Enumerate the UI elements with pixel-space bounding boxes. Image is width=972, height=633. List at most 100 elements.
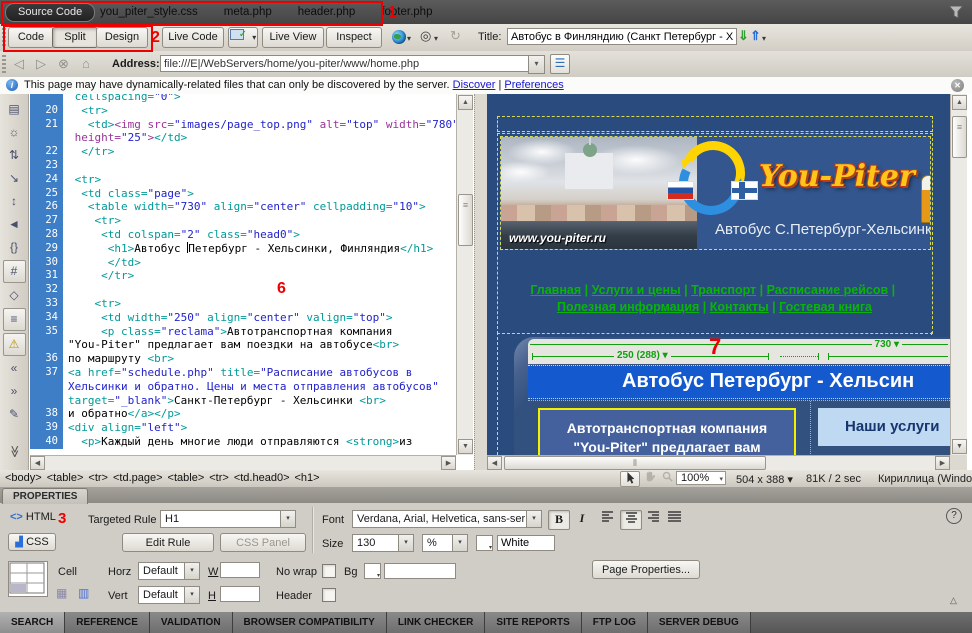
column-width-250[interactable]: 250 (288) ▾ — [614, 350, 671, 361]
tag-path-item[interactable]: <tr> — [209, 472, 229, 484]
code-line[interactable]: 35 <p class="reclama">Автотранспортная к… — [30, 325, 456, 339]
select-parent-tag-icon[interactable]: ◄ — [4, 214, 25, 235]
browser-list-icon[interactable]: ☰ — [550, 54, 570, 74]
tag-path-item[interactable]: <table> — [168, 472, 205, 484]
scroll-up-icon[interactable]: ▲ — [458, 95, 473, 110]
line-numbers-icon[interactable]: # — [3, 260, 26, 283]
code-editor[interactable]: cellspacing="0">20 <tr>21 <td><img src="… — [30, 94, 456, 455]
address-input[interactable] — [160, 55, 534, 72]
code-line[interactable]: 29 <h1>Автобус Петербург - Хельсинки, Фи… — [30, 242, 456, 256]
page-properties-button[interactable]: Page Properties... — [592, 560, 700, 579]
tag-path-item[interactable]: <td.head0> — [234, 472, 290, 484]
text-color-swatch[interactable] — [476, 535, 493, 551]
design-scroll-thumb[interactable] — [952, 116, 967, 158]
size-select[interactable]: 130▾ — [352, 534, 414, 552]
table-width-bar[interactable]: 730 ▾ 250 (288) ▾ — [528, 339, 950, 364]
inspect-button[interactable]: Inspect — [326, 27, 382, 48]
design-h1-text[interactable]: Автобус Петербург - Хельсин — [622, 370, 914, 393]
code-line[interactable]: 24 <tr> — [30, 173, 456, 187]
results-tab[interactable]: SITE REPORTS — [485, 612, 581, 633]
align-center-button[interactable] — [620, 510, 642, 530]
results-tab[interactable]: SEARCH — [0, 612, 65, 633]
align-right-button[interactable] — [642, 510, 662, 528]
code-line[interactable]: 38и обратно</a></p> — [30, 407, 456, 421]
code-line[interactable]: 34 <td width="250" align="center" valign… — [30, 311, 456, 325]
refresh-icon[interactable]: ↻ — [450, 28, 461, 44]
results-tab[interactable]: BROWSER COMPATIBILITY — [233, 612, 387, 633]
merge-cells-icon[interactable]: ▦ — [56, 586, 71, 600]
collapse-vertical-icon[interactable]: ≫ — [4, 441, 25, 462]
properties-tab[interactable]: PROPERTIES — [2, 488, 88, 504]
size-unit-select[interactable]: %▾ — [422, 534, 468, 552]
code-view-button[interactable]: Code — [8, 27, 54, 48]
code-line[interactable]: 37<a href="schedule.php" title="Расписан… — [30, 366, 456, 380]
code-line[interactable]: target="_blank">Санкт-Петербург - Хельси… — [30, 394, 456, 408]
bold-button[interactable]: B — [548, 510, 570, 530]
design-view-button[interactable]: Design — [96, 27, 148, 48]
results-tab[interactable]: VALIDATION — [150, 612, 233, 633]
page-top-row[interactable] — [497, 116, 933, 132]
scroll-right-icon[interactable]: ▶ — [441, 456, 456, 470]
split-view-button[interactable]: Split — [52, 27, 98, 48]
toolbar-grip[interactable] — [2, 28, 6, 46]
get-file-icon[interactable]: ⇓ — [738, 28, 749, 44]
scroll-left-icon[interactable]: ◀ — [487, 456, 502, 470]
help-icon[interactable]: ? — [946, 508, 962, 524]
preview-in-browser-icon[interactable] — [392, 30, 406, 44]
scroll-left-icon[interactable]: ◀ — [30, 456, 45, 470]
window-size-value[interactable]: 504 x 388 ▾ — [736, 473, 793, 486]
live-view-button[interactable]: Live View — [262, 27, 324, 48]
put-file-icon[interactable]: ⇑ — [750, 28, 761, 44]
code-line[interactable]: Хельсинки и обратно. Цены и места отправ… — [30, 380, 456, 394]
preview-dropdown-icon[interactable]: ▾ — [407, 34, 411, 43]
tag-path-item[interactable]: <td.page> — [113, 472, 163, 484]
cell-width-input[interactable] — [220, 562, 260, 578]
targeted-rule-select[interactable]: H1▾ — [160, 510, 296, 528]
vert-select[interactable]: Default▾ — [138, 586, 200, 604]
reclama-box[interactable]: Автотранспортная компания "You-Piter" пр… — [538, 408, 796, 455]
visual-aids-icon[interactable]: ◎ — [420, 28, 431, 44]
magnification-select[interactable]: 100%▾ — [676, 471, 726, 485]
highlight-invalid-code-icon[interactable]: ◇ — [4, 285, 25, 306]
css-panel-button[interactable]: CSS Panel — [220, 533, 306, 552]
code-line[interactable]: 28 <td colspan="2" class="head0"> — [30, 228, 456, 242]
code-line[interactable]: 22 </tr> — [30, 145, 456, 159]
code-scroll-thumb[interactable] — [458, 194, 473, 246]
tag-path-item[interactable]: <body> — [5, 472, 42, 484]
word-wrap-icon[interactable]: ≡ — [3, 308, 26, 331]
code-line[interactable]: 20 <tr> — [30, 104, 456, 118]
close-infobar-icon[interactable]: ✕ — [951, 79, 964, 92]
design-vertical-scrollbar[interactable]: ▲ ▼ — [950, 94, 967, 455]
justify-button[interactable] — [664, 510, 684, 528]
site-banner[interactable]: You-Piter Автобус С.Петербург-Хельсинки … — [500, 136, 931, 250]
services-box[interactable]: Наши услуги — [818, 408, 950, 446]
no-wrap-checkbox[interactable] — [322, 564, 336, 578]
tag-path-item[interactable]: <tr> — [88, 472, 108, 484]
nav-link[interactable]: Расписание рейсов — [767, 283, 889, 297]
results-tab[interactable]: SERVER DEBUG — [648, 612, 751, 633]
code-line[interactable]: 32 — [30, 283, 456, 297]
code-line[interactable]: 36по маршруту <br> — [30, 352, 456, 366]
layout-table-outline[interactable]: You-Piter Автобус С.Петербург-Хельсинки … — [497, 133, 933, 334]
open-documents-icon[interactable]: ▤ — [4, 99, 25, 120]
code-line[interactable]: 26 <table width="730" align="center" cel… — [30, 200, 456, 214]
code-navigator-icon[interactable]: ☼ — [4, 122, 25, 143]
font-select[interactable]: Verdana, Arial, Helvetica, sans-serif▾ — [352, 510, 542, 528]
file-transfer-dropdown-icon[interactable]: ▾ — [762, 34, 766, 43]
address-dropdown-icon[interactable]: ▾ — [528, 55, 545, 74]
code-line[interactable]: height="25"></td> — [30, 131, 456, 145]
code-line[interactable]: "You-Piter" предлагает вам поездки на ав… — [30, 338, 456, 352]
preferences-link[interactable]: Preferences — [504, 79, 563, 91]
nav-link[interactable]: Услуги и цены — [592, 283, 681, 297]
scroll-right-icon[interactable]: ▶ — [935, 456, 950, 470]
apply-comment-icon[interactable]: « — [4, 358, 25, 379]
cell-height-input[interactable] — [220, 586, 260, 602]
nav-link[interactable]: Контакты — [710, 300, 769, 314]
discover-link[interactable]: Discover — [453, 79, 496, 91]
split-cell-icon[interactable]: ▥ — [78, 586, 93, 600]
tag-path-item[interactable]: <h1> — [295, 472, 320, 484]
code-line[interactable]: 40 <p>Каждый день многие люди отправляют… — [30, 435, 456, 449]
design-view[interactable]: You-Piter Автобус С.Петербург-Хельсинки … — [487, 94, 950, 455]
design-horizontal-scrollbar[interactable]: ◀ ▶ — [487, 455, 950, 470]
code-line[interactable]: 23 — [30, 159, 456, 173]
